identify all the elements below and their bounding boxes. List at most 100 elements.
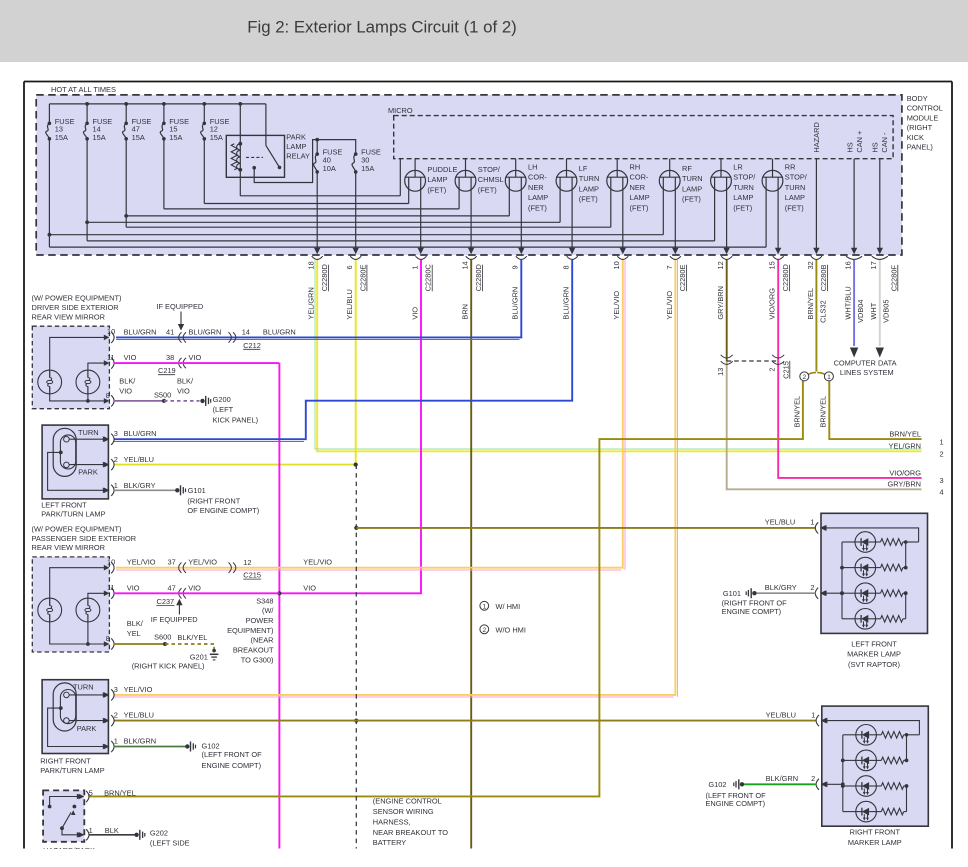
- svg-text:1: 1: [482, 604, 486, 611]
- svg-text:IF EQUIPPED: IF EQUIPPED: [151, 615, 198, 624]
- svg-text:VIO/ORG: VIO/ORG: [768, 288, 777, 320]
- svg-text:32: 32: [806, 261, 815, 269]
- svg-text:G200: G200: [213, 395, 231, 404]
- svg-text:7: 7: [665, 265, 674, 269]
- svg-text:MICRO: MICRO: [388, 106, 413, 115]
- svg-text:VIO: VIO: [119, 386, 132, 395]
- svg-text:KICK PANEL): KICK PANEL): [213, 416, 258, 425]
- svg-text:(FET): (FET): [733, 203, 752, 212]
- svg-text:BATTERY: BATTERY: [373, 838, 406, 847]
- svg-text:(LEFT: (LEFT: [213, 405, 234, 414]
- svg-text:(RIGHT FRONT: (RIGHT FRONT: [187, 496, 240, 505]
- svg-text:RR: RR: [785, 163, 796, 172]
- svg-text:1: 1: [114, 737, 118, 746]
- svg-text:Fig 2: Exterior Lamps Circuit: Fig 2: Exterior Lamps Circuit (1 of 2): [247, 18, 517, 37]
- svg-text:YEL/BLU: YEL/BLU: [345, 289, 354, 319]
- svg-text:CAN +: CAN +: [855, 131, 864, 153]
- svg-text:S348: S348: [256, 596, 273, 605]
- svg-text:38: 38: [166, 353, 174, 362]
- svg-text:BLU/GRN: BLU/GRN: [189, 328, 222, 337]
- svg-text:1: 1: [940, 437, 944, 446]
- svg-text:2: 2: [811, 774, 815, 783]
- svg-text:BLK/GRN: BLK/GRN: [124, 737, 156, 746]
- svg-text:15A: 15A: [55, 133, 68, 142]
- svg-text:PANEL): PANEL): [907, 143, 933, 152]
- svg-text:BLU/GRN: BLU/GRN: [124, 328, 157, 337]
- svg-text:BLU/GRN: BLU/GRN: [562, 287, 571, 320]
- svg-text:HOT AT ALL TIMES: HOT AT ALL TIMES: [51, 85, 116, 94]
- svg-text:STOP/: STOP/: [733, 173, 756, 182]
- svg-text:BLU/GRN: BLU/GRN: [263, 328, 296, 337]
- svg-text:BLK/GRY: BLK/GRY: [124, 481, 156, 490]
- svg-text:15A: 15A: [361, 164, 374, 173]
- svg-text:BLK/: BLK/: [119, 377, 136, 386]
- svg-text:3: 3: [940, 476, 944, 485]
- svg-text:G202: G202: [150, 828, 168, 837]
- svg-text:(RIGHT: (RIGHT: [907, 123, 933, 132]
- svg-text:POWER: POWER: [246, 616, 274, 625]
- svg-text:COR-: COR-: [528, 173, 547, 182]
- svg-text:2: 2: [802, 374, 806, 381]
- svg-text:8: 8: [106, 391, 110, 400]
- svg-text:(FET): (FET): [682, 195, 701, 204]
- svg-text:12: 12: [243, 558, 251, 567]
- svg-text:1: 1: [811, 710, 815, 719]
- svg-text:LAMP: LAMP: [427, 175, 447, 184]
- svg-text:BRN/YEL: BRN/YEL: [104, 788, 136, 797]
- svg-text:WHT/BLU: WHT/BLU: [844, 286, 853, 319]
- svg-text:2: 2: [940, 450, 944, 459]
- svg-text:C2280D: C2280D: [320, 264, 329, 291]
- svg-text:(LEFT FRONT OF: (LEFT FRONT OF: [202, 750, 263, 759]
- svg-text:VIO: VIO: [177, 386, 190, 395]
- svg-text:G102: G102: [708, 780, 726, 789]
- svg-text:2: 2: [810, 583, 814, 592]
- svg-text:CAN -: CAN -: [880, 132, 889, 153]
- svg-text:RIGHT FRONT: RIGHT FRONT: [850, 828, 901, 837]
- svg-text:VDB05: VDB05: [882, 299, 891, 322]
- svg-text:WHT: WHT: [869, 302, 878, 319]
- svg-text:1: 1: [810, 518, 814, 527]
- svg-text:BODY: BODY: [907, 94, 928, 103]
- svg-text:VIO: VIO: [188, 584, 201, 593]
- svg-text:PASSENGER SIDE EXTERIOR: PASSENGER SIDE EXTERIOR: [32, 534, 137, 543]
- svg-text:LAMP: LAMP: [733, 193, 753, 202]
- svg-text:YEL/VIO: YEL/VIO: [188, 558, 217, 567]
- svg-text:S500: S500: [154, 391, 171, 400]
- svg-text:YEL/VIO: YEL/VIO: [124, 685, 153, 694]
- svg-text:6: 6: [345, 265, 354, 269]
- svg-text:2: 2: [482, 627, 486, 634]
- svg-text:14: 14: [242, 328, 250, 337]
- svg-text:YEL/VIO: YEL/VIO: [612, 291, 621, 320]
- svg-text:PARK/TURN LAMP: PARK/TURN LAMP: [40, 766, 104, 775]
- svg-text:TURN: TURN: [579, 174, 600, 183]
- svg-text:BLU/GRN: BLU/GRN: [511, 287, 520, 320]
- svg-text:LAMP: LAMP: [579, 184, 599, 193]
- svg-text:YEL/GRN: YEL/GRN: [307, 287, 316, 319]
- svg-text:C237: C237: [157, 597, 175, 606]
- svg-text:(FET): (FET): [785, 203, 804, 212]
- svg-text:YEL/VIO: YEL/VIO: [665, 291, 674, 320]
- svg-text:10: 10: [612, 261, 621, 269]
- svg-text:NER: NER: [630, 183, 646, 192]
- svg-text:CHMSL: CHMSL: [478, 175, 504, 184]
- svg-text:C2280C: C2280C: [424, 264, 433, 292]
- svg-text:LAMP: LAMP: [630, 193, 650, 202]
- svg-text:(LEFT SIDE: (LEFT SIDE: [150, 839, 190, 848]
- svg-text:(RIGHT KICK PANEL): (RIGHT KICK PANEL): [132, 661, 205, 670]
- svg-text:8: 8: [106, 634, 110, 643]
- svg-text:RH: RH: [630, 163, 641, 172]
- svg-text:YEL: YEL: [127, 629, 141, 638]
- svg-text:LEFT FRONT: LEFT FRONT: [851, 639, 897, 648]
- svg-text:C2280B: C2280B: [819, 265, 828, 292]
- svg-text:NER: NER: [528, 183, 544, 192]
- svg-text:ENGINE COMPT): ENGINE COMPT): [722, 607, 782, 616]
- svg-text:BRN/YEL: BRN/YEL: [819, 396, 828, 428]
- svg-text:TURN: TURN: [78, 428, 99, 437]
- svg-text:C212: C212: [243, 341, 261, 350]
- svg-text:18: 18: [307, 261, 316, 269]
- svg-text:41: 41: [166, 328, 174, 337]
- svg-text:5: 5: [89, 788, 93, 797]
- svg-text:1: 1: [410, 265, 419, 269]
- svg-text:8: 8: [562, 265, 571, 269]
- svg-text:HS: HS: [870, 142, 879, 152]
